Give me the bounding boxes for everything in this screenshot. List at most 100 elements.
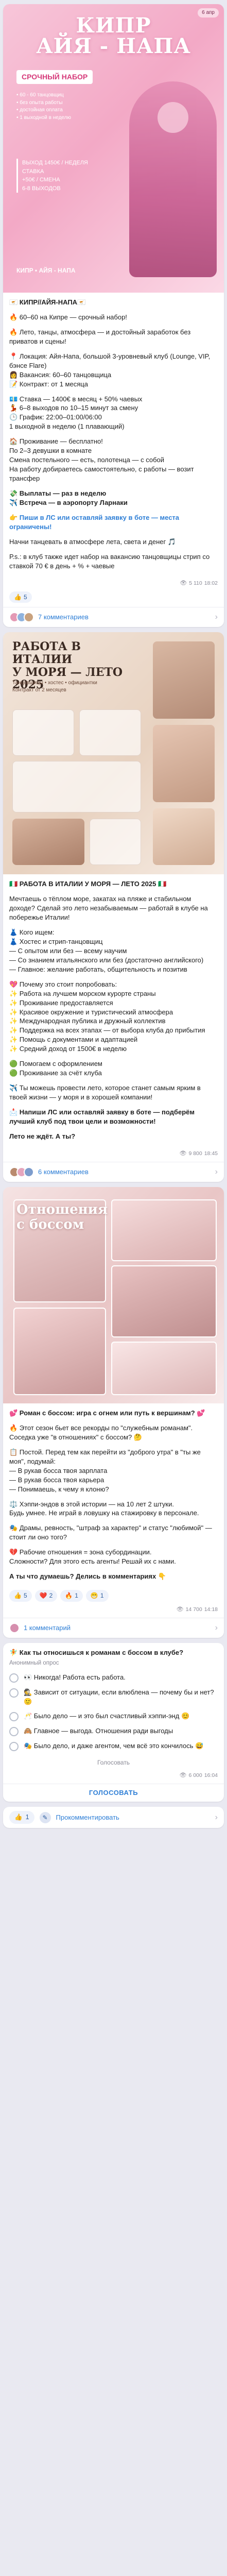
views-icon: 👁 (179, 1772, 187, 1779)
vote-button[interactable]: ГОЛОСОВАТЬ (3, 1784, 224, 1802)
thumbs-up-icon: 👍 (14, 1814, 23, 1821)
comments-button[interactable]: 6 комментариев › (3, 1161, 224, 1182)
photo-collage-item (13, 1308, 106, 1396)
chevron-right-icon: › (215, 1812, 218, 1822)
post-paragraph: А ты что думаешь? Делись в комментариях … (9, 1572, 167, 1581)
post-italy: РАБОТА В ИТАЛИИ У МОРЯ — ЛЕТО 2025 Танцо… (3, 632, 224, 1182)
poll-option-label: 🕵️ Зависит от ситуации, если влюблена — … (24, 1688, 214, 1705)
post-meta: 👁 9 800 18:45 (3, 1150, 224, 1162)
poll-option[interactable]: 🥂 Было дело — и это был счастливый хэппи… (9, 1711, 218, 1721)
post-paragraph: Начни танцевать в атмосфере лета, света … (9, 537, 177, 546)
reaction-chip[interactable]: 👍 5 (9, 1590, 32, 1602)
channel-feed: 6 апр КИПР АЙЯ - НАПА СРОЧНЫЙ НАБОР • 60… (0, 0, 227, 1833)
poll-option-label: 👀 Никогда! Работа есть работа. (24, 1673, 126, 1681)
post-image-boss[interactable]: Отношения с боссом (3, 1187, 224, 1404)
club-photo (153, 725, 215, 803)
post-meta: 👁 5 110 18:02 (3, 580, 224, 591)
info-tile (79, 709, 141, 756)
post-time: 18:02 (204, 580, 218, 586)
reaction-count: 5 (23, 1592, 27, 1600)
banner-tag: КИПР • АЙЯ - НАПА (16, 267, 76, 275)
info-tile (12, 761, 141, 813)
banner-title-line1: КИПР (76, 13, 151, 38)
reaction-chip[interactable]: ❤️ 2 (34, 1590, 58, 1602)
poll-voters: Голосовать (97, 1758, 130, 1766)
poll-type: Анонимный опрос (9, 1659, 59, 1666)
info-tile (12, 709, 74, 756)
post-image-cyprus[interactable]: 6 апр КИПР АЙЯ - НАПА СРОЧНЫЙ НАБОР • 60… (3, 4, 224, 293)
dancer-photo (129, 81, 217, 277)
poll-option[interactable]: 👀 Никогда! Работа есть работа. (9, 1673, 218, 1683)
post-paragraph: 🇨🇾 КИПР//АЙЯ-НАПА🇨🇾 (9, 298, 86, 306)
reaction-count: 1 (100, 1592, 104, 1600)
commenter-avatars (9, 612, 34, 623)
post-text: 🇮🇹 РАБОТА В ИТАЛИИ У МОРЯ — ЛЕТО 2025 🇮🇹… (3, 874, 224, 1150)
poll-card: 🧚 Как ты относишься к романам с боссом в… (3, 1642, 224, 1802)
radio-button[interactable] (9, 1688, 19, 1698)
radio-button[interactable] (9, 1741, 19, 1751)
avatar (24, 612, 34, 623)
post-paragraph: 🎭 Драмы, ревность, "штраф за характер" и… (9, 1524, 214, 1541)
comments-label: 6 комментариев (38, 1168, 89, 1176)
bottom-action-bar: 👍 1 ✎ Прокомментировать › (3, 1807, 224, 1828)
dancer-photo (153, 808, 215, 866)
post-paragraph: 💶 Ставка — 1400€ в месяц + 50% чаевых 💃 … (9, 395, 143, 431)
post-paragraph: 🇮🇹 РАБОТА В ИТАЛИИ У МОРЯ — ЛЕТО 2025 🇮🇹 (9, 880, 167, 888)
beach-photo (153, 641, 215, 719)
post-paragraph: Лето не ждёт. А ты? (9, 1132, 76, 1140)
post-paragraph: Мечтаешь о тёплом море, закатах на пляже… (9, 895, 210, 922)
views-count: 14 700 (185, 1606, 202, 1613)
post-meta: 👁 6 000 16:04 (3, 1772, 224, 1784)
reaction-chip[interactable]: 👍 1 (9, 1811, 34, 1824)
poll-option-label: 🙈 Главное — выгода. Отношения ради выгод… (24, 1726, 173, 1735)
chevron-right-icon: › (215, 1167, 218, 1176)
banner-title-line2: АЙЯ - НАПА (36, 34, 191, 58)
post-image-italy[interactable]: РАБОТА В ИТАЛИИ У МОРЯ — ЛЕТО 2025 Танцо… (3, 632, 224, 875)
radio-button[interactable] (9, 1673, 19, 1683)
poll-option[interactable]: 🎭 Было дело, и даже агентом, чем всё это… (9, 1741, 218, 1751)
comments-button[interactable]: 1 комментарий › (3, 1617, 224, 1638)
views-count: 9 800 (188, 1150, 202, 1157)
poll-option[interactable]: 🕵️ Зависит от ситуации, если влюблена — … (9, 1688, 218, 1706)
poll-option-label: 🥂 Было дело — и это был счастливый хэппи… (24, 1711, 190, 1720)
post-time: 18:45 (204, 1150, 218, 1157)
post-cyprus: 6 апр КИПР АЙЯ - НАПА СРОЧНЫЙ НАБОР • 60… (3, 4, 224, 628)
reaction-emoji: 👍 (14, 593, 22, 601)
commenter-avatars (9, 1167, 34, 1177)
reaction-count: 1 (75, 1592, 78, 1600)
banner-money: ВЫХОД 1450€ / НЕДЕЛЯ СТАВКА +50€ / СМЕНА… (16, 159, 109, 193)
reaction-chip[interactable]: 👍 5 (9, 591, 32, 603)
reaction-chip[interactable]: 🔥 1 (60, 1590, 83, 1602)
post-paragraph: ⚖️ Хэппи-эндов в этой истории — на 10 ле… (9, 1500, 199, 1517)
reaction-chip[interactable]: 😁 1 (85, 1590, 109, 1602)
post-boss-romance: Отношения с боссом 💕 Роман с боссом: игр… (3, 1187, 224, 1638)
radio-button[interactable] (9, 1726, 19, 1736)
radio-button[interactable] (9, 1711, 19, 1721)
post-meta: 👁 14 700 14:18 (3, 1606, 224, 1618)
views-count: 5 110 (189, 580, 202, 586)
post-cta: 📩 Напиши ЛС или оставляй заявку в боте —… (9, 1108, 197, 1125)
post-paragraph: 🟢 Помогаем с оформлением 🟢 Проживание за… (9, 1060, 102, 1077)
post-paragraph: 🔥 60–60 на Кипре — срочный набор! (9, 313, 127, 321)
poll: 🧚 Как ты относишься к романам с боссом в… (3, 1643, 224, 1772)
post-paragraph: 🔥 Лето, танцы, атмосфера — и достойный з… (9, 328, 193, 345)
post-paragraph: Р.s.: в клуб также идет набор на ваканси… (9, 552, 212, 570)
banner-bullets: • 60 - 60 танцовщиц • без опыта работы •… (16, 92, 71, 121)
post-paragraph: 🏠 Проживание — бесплатно! По 2–3 девушки… (9, 437, 194, 482)
post-paragraph: 📍 Локация: Айя-Напа, большой 3-уровневый… (9, 352, 211, 388)
avatar (24, 1167, 34, 1177)
comments-button[interactable]: 7 комментариев › (3, 607, 224, 627)
sea-photo (12, 819, 84, 866)
comments-label: 7 комментариев (38, 613, 89, 621)
post-cta-link[interactable]: 👉 Пиши в ЛС или оставляй заявку в боте —… (9, 513, 218, 532)
reaction-emoji: 🔥 (65, 1592, 73, 1600)
poll-question: 🧚 Как ты относишься к романам с боссом в… (9, 1648, 184, 1656)
banner-title: КИПР АЙЯ - НАПА (3, 15, 224, 57)
banner-subtitle: Танцовщицы • хостес • официантки Контрак… (12, 680, 97, 693)
poll-option-label: 🎭 Было дело, и даже агентом, чем всё это… (24, 1741, 204, 1750)
post-paragraph: 💸 Выплаты — раз в неделю ✈️ Встреча — в … (9, 489, 128, 506)
poll-option[interactable]: 🙈 Главное — выгода. Отношения ради выгод… (9, 1726, 218, 1736)
commenter-avatars (9, 1622, 20, 1633)
comment-icon[interactable]: ✎ (39, 1811, 51, 1823)
comment-prompt[interactable]: Прокомментировать (56, 1813, 119, 1822)
